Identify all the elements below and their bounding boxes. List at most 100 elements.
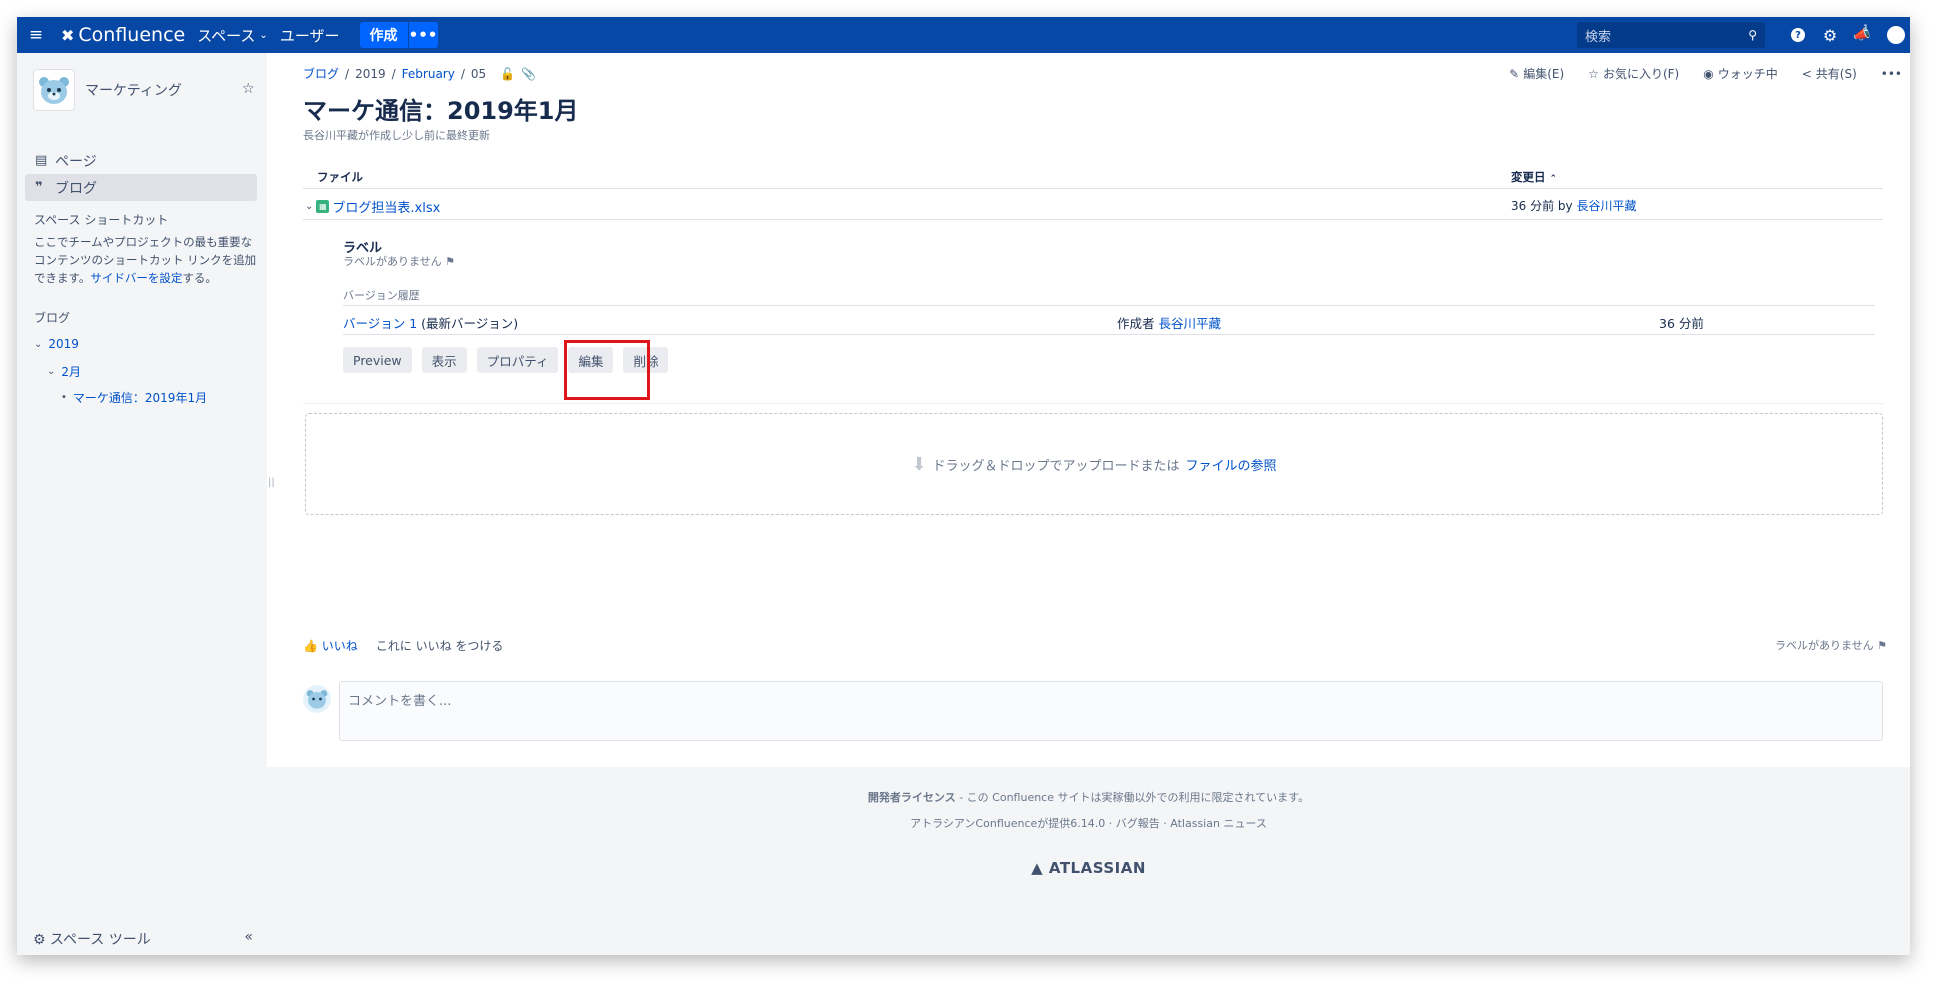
delete-button[interactable]: 削除 bbox=[623, 347, 669, 373]
attachment-modified: 36 分前 by 長谷川平藏 bbox=[1511, 199, 1637, 213]
page-icon: ▤ bbox=[35, 153, 48, 168]
space-sidebar: マーケティング ☆ ▤ ページ ❞ ブログ スペース ショートカット ここでチー… bbox=[17, 53, 267, 955]
favorite-button[interactable]: ☆ お気に入り(F) bbox=[1588, 65, 1679, 82]
version-author-link[interactable]: 長谷川平藏 bbox=[1159, 316, 1222, 331]
gear-icon: ⚙ bbox=[33, 932, 46, 948]
tag-icon[interactable]: ⚑ bbox=[445, 255, 455, 268]
restrictions-lock-icon[interactable]: 🔓 bbox=[500, 67, 515, 81]
page-actions: ✎ 編集(E) ☆ お気に入り(F) ◉ ウォッチ中 < 共有(S) ••• bbox=[1509, 65, 1902, 82]
attachment-row[interactable]: ⌄ ▦ ブログ担当表.xlsx 36 分前 by 長谷川平藏 bbox=[303, 190, 1883, 220]
browse-files-link[interactable]: ファイルの参照 bbox=[1186, 455, 1277, 474]
notifications-icon[interactable]: 📣 1 bbox=[1849, 17, 1875, 53]
like-button[interactable]: 👍 いいね bbox=[303, 637, 358, 654]
attachments-table-header: ファイル 変更日 ⌃ bbox=[303, 163, 1883, 189]
edit-page-button[interactable]: ✎ 編集(E) bbox=[1509, 65, 1564, 82]
atlassian-triangle-icon: ▲ bbox=[1031, 859, 1044, 877]
sidebar-footer: ⚙ スペース ツール « bbox=[33, 929, 253, 949]
space-name: マーケティング bbox=[85, 83, 182, 99]
commenter-avatar bbox=[303, 685, 331, 713]
blog-tree-title: ブログ bbox=[34, 311, 71, 325]
bullet-icon: • bbox=[61, 392, 67, 403]
properties-button[interactable]: プロパティ bbox=[476, 347, 559, 373]
space-tools-button[interactable]: ⚙ スペース ツール bbox=[33, 929, 151, 949]
column-header-modified[interactable]: 変更日 ⌃ bbox=[1511, 169, 1557, 185]
space-avatar bbox=[33, 69, 75, 111]
chevron-down-icon[interactable]: ⌄ bbox=[34, 339, 42, 350]
likes-bar: 👍 いいね これに いいね をつける bbox=[303, 637, 503, 654]
notification-badge: 1 bbox=[1863, 24, 1869, 34]
tree-item-february[interactable]: ⌄ 2月 bbox=[47, 363, 81, 380]
divider bbox=[303, 403, 1883, 404]
tag-icon[interactable]: ⚑ bbox=[1877, 639, 1887, 652]
page-title: マーケ通信：2019年1月 bbox=[303, 97, 579, 125]
breadcrumb-blog[interactable]: ブログ bbox=[303, 65, 339, 82]
modified-by-link[interactable]: 長谷川平藏 bbox=[1576, 199, 1636, 213]
breadcrumb: ブログ/ 2019/ February/ 05 🔓 📎 bbox=[303, 65, 537, 82]
version-history-title: バージョン履歴 bbox=[343, 289, 420, 302]
confluence-logo-icon: ✖ bbox=[61, 25, 75, 45]
version-row: バージョン 1 (最新バージョン) 作成者 長谷川平藏 36 分前 bbox=[343, 305, 1875, 335]
attachment-name[interactable]: ⌄ ▦ ブログ担当表.xlsx bbox=[305, 197, 440, 216]
share-button[interactable]: < 共有(S) bbox=[1802, 65, 1857, 82]
menu-icon[interactable]: ≡ bbox=[17, 17, 55, 53]
tree-item-post[interactable]: • マーケ通信：2019年1月 bbox=[61, 389, 207, 406]
search-input[interactable]: 検索 ⚲ bbox=[1577, 22, 1765, 48]
pencil-icon: ✎ bbox=[1509, 66, 1520, 81]
share-icon: < bbox=[1801, 66, 1812, 81]
help-icon[interactable]: ? bbox=[1785, 17, 1811, 53]
breadcrumb-year[interactable]: 2019 bbox=[355, 67, 386, 81]
chevron-down-icon[interactable]: ⌄ bbox=[305, 201, 313, 212]
quote-icon: ❞ bbox=[35, 180, 43, 195]
attachment-paperclip-icon[interactable]: 📎 bbox=[521, 67, 536, 81]
confluence-logo[interactable]: ✖ Confluence bbox=[55, 17, 191, 53]
atlassian-logo[interactable]: ▲ ATLASSIAN bbox=[267, 859, 1910, 877]
version-time: 36 分前 bbox=[1659, 316, 1704, 331]
edit-attachment-button[interactable]: 編集 bbox=[568, 347, 614, 373]
column-header-file[interactable]: ファイル bbox=[317, 169, 363, 185]
create-button[interactable]: 作成 bbox=[359, 22, 408, 48]
bear-mascot-icon bbox=[306, 690, 328, 709]
attachment-buttons: Preview 表示 プロパティ 編集 削除 bbox=[343, 347, 669, 373]
space-header[interactable]: マーケティング bbox=[33, 69, 182, 111]
atlassian-news-link[interactable]: Atlassian ニュース bbox=[1170, 817, 1267, 830]
labels-empty: ラベルがありません ⚑ bbox=[343, 255, 456, 268]
page-labels: ラベルがありません ⚑ bbox=[1774, 639, 1887, 652]
preview-button[interactable]: Preview bbox=[343, 347, 412, 373]
collapse-sidebar-button[interactable]: « bbox=[244, 929, 253, 949]
tree-item-2019[interactable]: ⌄ 2019 bbox=[34, 337, 79, 351]
be-first-to-like: これに いいね をつける bbox=[375, 639, 504, 653]
bear-mascot-icon bbox=[39, 77, 69, 104]
page-footer: 開発者ライセンス - この Confluence サイトは実稼働以外での利用に限… bbox=[267, 767, 1910, 955]
sort-ascending-icon: ⌃ bbox=[1549, 174, 1558, 184]
comment-input[interactable]: コメントを書く... bbox=[339, 681, 1883, 741]
license-notice: 開発者ライセンス - この Confluence サイトは実稼働以外での利用に限… bbox=[867, 791, 1310, 804]
eye-icon: ◉ bbox=[1703, 66, 1714, 81]
chevron-down-icon[interactable]: ⌄ bbox=[47, 366, 55, 377]
nav-spaces[interactable]: スペース ⌄ bbox=[191, 17, 274, 53]
shortcuts-title: スペース ショートカット bbox=[34, 213, 169, 227]
report-bug-link[interactable]: バグ報告 bbox=[1116, 817, 1160, 830]
powered-by-link[interactable]: アトラシアンConfluenceが提供6.14.0 bbox=[910, 817, 1105, 830]
favorite-space-star-icon[interactable]: ☆ bbox=[242, 81, 255, 97]
sidebar-item-blog[interactable]: ❞ ブログ bbox=[25, 174, 257, 201]
view-button[interactable]: 表示 bbox=[421, 347, 467, 373]
sidebar-item-pages[interactable]: ▤ ページ bbox=[25, 147, 257, 174]
upload-dropzone[interactable]: ⬇ ドラッグ＆ドロップでアップロードまたは ファイルの参照 bbox=[305, 413, 1883, 515]
more-actions-button[interactable]: ••• bbox=[1881, 65, 1902, 82]
page-byline: 長谷川平藏が作成し少し前に最終更新 bbox=[303, 129, 490, 142]
shortcuts-description: ここでチームやプロジェクトの最も重要なコンテンツのショートカット リンクを追加で… bbox=[34, 235, 257, 285]
settings-gear-icon[interactable]: ⚙ bbox=[1817, 17, 1843, 53]
user-avatar[interactable] bbox=[1883, 17, 1909, 53]
breadcrumb-month[interactable]: February bbox=[402, 67, 455, 81]
app-window: ≡ ✖ Confluence スペース ⌄ ユーザー 作成 ••• 検索 ⚲ ? ⚙… bbox=[17, 17, 1910, 955]
create-more-button[interactable]: ••• bbox=[407, 22, 438, 48]
star-icon: ☆ bbox=[1588, 66, 1599, 81]
nav-users[interactable]: ユーザー bbox=[274, 17, 346, 53]
configure-sidebar-link[interactable]: サイドバーを設定 bbox=[90, 271, 182, 285]
breadcrumb-day[interactable]: 05 bbox=[471, 67, 486, 81]
watch-button[interactable]: ◉ ウォッチ中 bbox=[1703, 65, 1778, 82]
main-content: ブログ/ 2019/ February/ 05 🔓 📎 ✎ 編集(E) ☆ お気に入… bbox=[267, 53, 1910, 955]
thumbs-up-icon: 👍 bbox=[303, 639, 318, 653]
search-icon: ⚲ bbox=[1748, 28, 1757, 42]
version-link[interactable]: バージョン 1 bbox=[343, 316, 417, 331]
